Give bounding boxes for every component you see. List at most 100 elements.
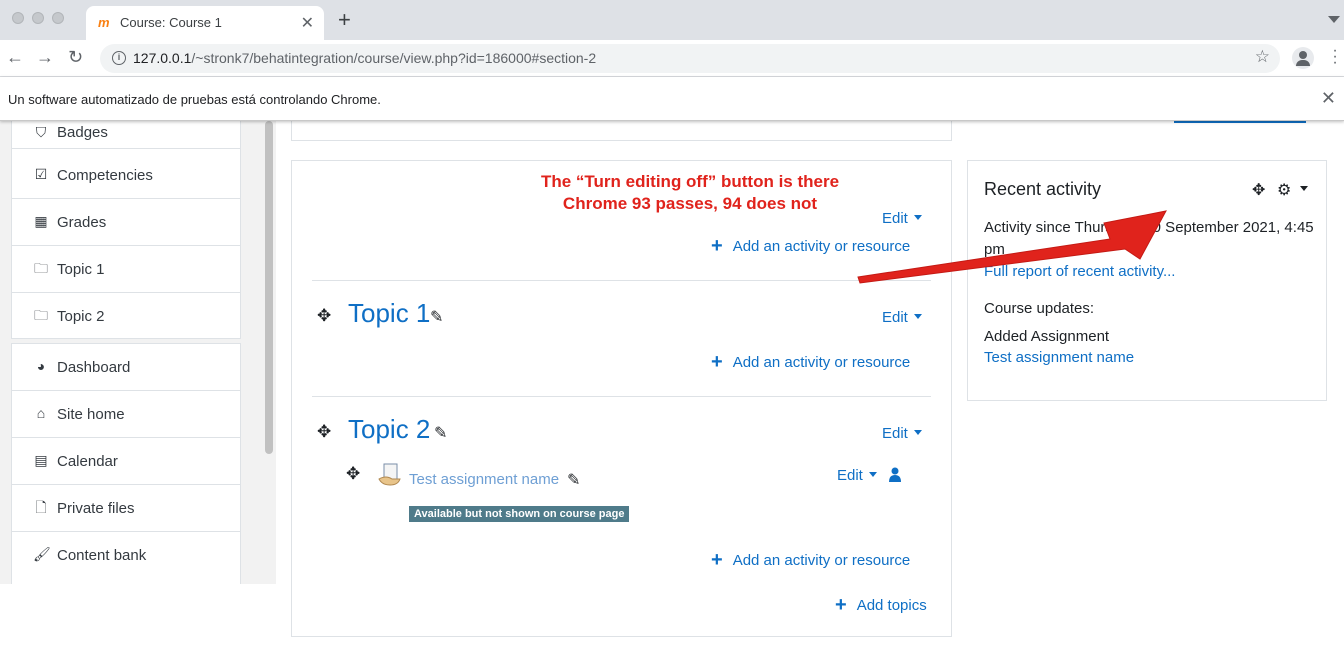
infobar-close-icon[interactable]: ✕ xyxy=(1321,88,1336,109)
turn-editing-off-button[interactable] xyxy=(1174,121,1306,123)
section-divider xyxy=(312,396,931,397)
move-icon[interactable]: ✥ xyxy=(317,306,331,326)
nav-item-topic-1[interactable]: 🗀 Topic 1 xyxy=(12,246,240,293)
folder-icon: 🗀 xyxy=(34,260,48,276)
section-title-topic-2[interactable]: Topic 2 xyxy=(348,414,430,445)
assignment-link[interactable]: Test assignment name xyxy=(984,349,1134,366)
add-activity-label: Add an activity or resource xyxy=(732,552,911,569)
edit-label: Edit xyxy=(882,309,908,326)
nav-item-grades[interactable]: ▦ Grades xyxy=(12,199,240,246)
nav-item-label: Private files xyxy=(57,500,135,517)
nav-item-label: Badges xyxy=(57,124,108,141)
move-icon[interactable]: ✥ xyxy=(317,422,331,442)
plus-icon: + xyxy=(711,549,723,571)
section-1-add-activity[interactable]: + Add an activity or resource xyxy=(711,351,911,373)
drawer-scrollbar-thumb[interactable] xyxy=(265,121,273,454)
block-title: Recent activity xyxy=(984,179,1102,199)
folder-icon: 🗀 xyxy=(34,307,48,323)
course-updates-label: Course updates: xyxy=(984,300,1095,317)
profile-avatar-icon[interactable] xyxy=(1292,47,1314,69)
edit-activity-pencil-icon[interactable]: ✎ xyxy=(567,470,580,490)
previous-section-card xyxy=(291,121,952,141)
nav-item-label: Grades xyxy=(57,214,107,231)
url-text[interactable]: 127.0.0.1/~stronk7/behatintegration/cour… xyxy=(133,50,596,66)
nav-item-label: Topic 2 xyxy=(57,308,105,325)
window-zoom-button[interactable] xyxy=(52,12,64,24)
browser-menu-icon[interactable]: · · · xyxy=(1330,43,1340,71)
profile-body xyxy=(1296,60,1310,66)
tab-title: Course: Course 1 xyxy=(120,15,222,30)
url-host: 127.0.0.1 xyxy=(133,50,192,66)
bookmark-star-icon[interactable]: ☆ xyxy=(1255,47,1270,67)
activity-edit-menu[interactable]: Edit xyxy=(837,467,877,484)
availability-badge: Available but not shown on course page xyxy=(409,506,630,522)
caret-down-icon xyxy=(913,430,922,435)
nav-item-label: Calendar xyxy=(57,453,118,470)
file-icon: 🗋 xyxy=(35,499,47,515)
back-arrow-icon[interactable]: ← xyxy=(6,47,24,68)
browser-tab-bar: m Course: Course 1 ✕ + xyxy=(0,0,1344,40)
gear-icon[interactable]: ⚙ xyxy=(1277,180,1291,200)
drawer-bottom-spacer xyxy=(0,584,276,658)
calendar-icon: ▤ xyxy=(34,452,48,468)
nav-item-private-files[interactable]: 🗋 Private files xyxy=(12,485,240,532)
nav-item-label: Topic 1 xyxy=(57,261,105,278)
add-topics-label: Add topics xyxy=(856,597,927,614)
table-icon: ▦ xyxy=(34,213,48,229)
edit-title-pencil-icon[interactable]: ✎ xyxy=(434,423,447,443)
nav-item-calendar[interactable]: ▤ Calendar xyxy=(12,438,240,485)
tab-search-icon[interactable] xyxy=(1328,16,1340,23)
plus-icon: + xyxy=(835,594,847,616)
plus-icon: + xyxy=(711,235,723,257)
nav-item-topic-2[interactable]: 🗀 Topic 2 xyxy=(12,293,240,340)
checkbox-icon: ☑ xyxy=(34,166,48,182)
section-2-add-activity[interactable]: + Add an activity or resource xyxy=(711,549,911,571)
move-block-icon[interactable]: ✥ xyxy=(1252,180,1265,200)
browser-tab[interactable]: m Course: Course 1 ✕ xyxy=(86,6,324,40)
added-assignment-label: Added Assignment xyxy=(984,328,1110,345)
section-1-edit-menu[interactable]: Edit xyxy=(882,309,922,326)
move-icon[interactable]: ✥ xyxy=(346,464,360,484)
nav-drawer: ⛉ Badges ☑ Competencies ▦ Grades 🗀 Topic… xyxy=(0,121,262,585)
infobar-text: Un software automatizado de pruebas está… xyxy=(8,92,381,107)
caret-down-icon xyxy=(913,314,922,319)
plus-icon: + xyxy=(711,351,723,373)
nav-item-badges[interactable]: ⛉ Badges xyxy=(12,121,240,149)
edit-title-pencil-icon[interactable]: ✎ xyxy=(430,307,443,327)
automation-infobar: Un software automatizado de pruebas está… xyxy=(0,77,1344,121)
nav-item-competencies[interactable]: ☑ Competencies xyxy=(12,152,240,199)
forward-arrow-icon[interactable]: → xyxy=(36,47,54,68)
add-activity-label: Add an activity or resource xyxy=(732,354,911,371)
url-path: /~stronk7/behatintegration/course/view.p… xyxy=(191,50,597,66)
caret-down-icon[interactable] xyxy=(1300,186,1308,191)
annotation-line-1: The “Turn editing off” button is there xyxy=(540,172,840,191)
nav-item-label: Dashboard xyxy=(57,359,131,376)
browser-toolbar: ← → ↻ i 127.0.0.1/~stronk7/behatintegrat… xyxy=(0,40,1344,77)
section-2-edit-menu[interactable]: Edit xyxy=(882,425,922,442)
caret-down-icon xyxy=(868,472,877,477)
tab-close-icon[interactable]: ✕ xyxy=(301,13,314,33)
moodle-favicon-icon: m xyxy=(98,15,110,30)
dashboard-icon: ◕ xyxy=(36,358,46,374)
address-bar[interactable]: i 127.0.0.1/~stronk7/behatintegration/co… xyxy=(100,44,1280,73)
section-title-topic-1[interactable]: Topic 1 xyxy=(348,298,430,329)
edit-label: Edit xyxy=(837,467,863,484)
activity-link[interactable]: Test assignment name xyxy=(409,471,559,488)
new-tab-button[interactable]: + xyxy=(338,9,351,31)
nav-item-label: Site home xyxy=(57,406,125,423)
nav-item-content-bank[interactable]: 🖌 Content bank xyxy=(12,532,240,579)
nav-item-site-home[interactable]: ⌂ Site home xyxy=(12,391,240,438)
user-role-icon[interactable] xyxy=(889,467,901,482)
nav-item-dashboard[interactable]: ◕ Dashboard xyxy=(12,344,240,391)
nav-item-label: Competencies xyxy=(57,167,153,184)
profile-head xyxy=(1299,51,1307,59)
annotation-line-2: Chrome 93 passes, 94 does not xyxy=(562,194,818,213)
nav-item-label: Content bank xyxy=(57,547,147,564)
site-info-icon[interactable]: i xyxy=(112,51,126,65)
add-topics-button[interactable]: + Add topics xyxy=(835,594,927,616)
reload-icon[interactable]: ↻ xyxy=(68,47,83,68)
site-nav-group: ◕ Dashboard ⌂ Site home ▤ Calendar 🗋 Pri… xyxy=(11,343,241,585)
window-close-button[interactable] xyxy=(12,12,24,24)
window-minimize-button[interactable] xyxy=(32,12,44,24)
annotation-arrow-icon xyxy=(857,210,1167,284)
